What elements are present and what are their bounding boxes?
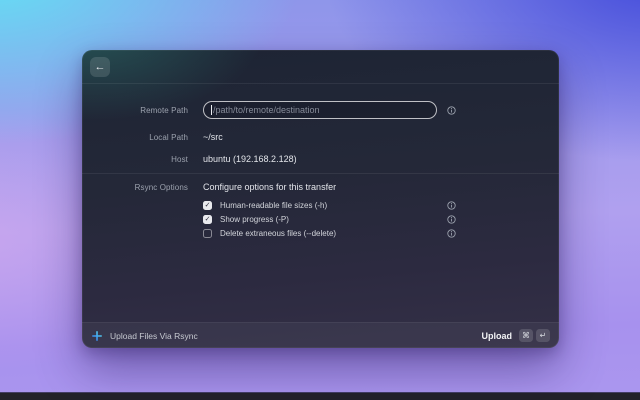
return-key-icon: ↵ <box>536 329 550 342</box>
upload-form: Remote Path /path/to/remote/destination … <box>82 101 559 239</box>
screen-bottom-edge <box>0 392 640 400</box>
info-icon[interactable] <box>447 201 456 210</box>
info-icon[interactable] <box>447 105 456 115</box>
checkbox-show-progress[interactable]: ✓ Show progress (-P) <box>203 215 437 224</box>
rsync-upload-dialog: ← Remote Path /path/to/remote/destinatio… <box>82 50 559 348</box>
local-path-row: Local Path ~/src <box>98 131 543 143</box>
rsync-extension-icon <box>91 330 103 342</box>
checkbox-label: Show progress (-P) <box>220 215 289 224</box>
option-row-human-readable: ✓ Human-readable file sizes (-h) <box>98 200 543 211</box>
command-title: Upload Files Via Rsync <box>110 330 198 341</box>
checkbox-box[interactable]: ✓ <box>203 229 212 238</box>
remote-path-label: Remote Path <box>140 105 188 115</box>
dialog-header: ← <box>82 50 559 84</box>
local-path-value: ~/src <box>203 132 223 142</box>
checkbox-label: Delete extraneous files (--delete) <box>220 229 337 238</box>
remote-path-placeholder: /path/to/remote/destination <box>213 105 320 115</box>
info-icon[interactable] <box>447 229 456 238</box>
info-icon[interactable] <box>447 215 456 224</box>
host-label: Host <box>171 154 188 164</box>
checkbox-human-readable[interactable]: ✓ Human-readable file sizes (-h) <box>203 201 437 210</box>
host-row: Host ubuntu (192.168.2.128) <box>98 153 543 165</box>
checkbox-box[interactable]: ✓ <box>203 215 212 224</box>
checkbox-delete-extraneous[interactable]: ✓ Delete extraneous files (--delete) <box>203 229 437 238</box>
remote-path-row: Remote Path /path/to/remote/destination <box>98 101 543 119</box>
back-arrow-icon: ← <box>94 60 106 73</box>
checkbox-box[interactable]: ✓ <box>203 201 212 210</box>
rsync-options-row: Rsync Options Configure options for this… <box>98 181 543 193</box>
back-button[interactable]: ← <box>90 57 110 77</box>
host-value: ubuntu (192.168.2.128) <box>203 154 297 164</box>
option-row-delete-extraneous: ✓ Delete extraneous files (--delete) <box>98 228 543 239</box>
action-bar: Upload Files Via Rsync Upload ⌘ ↵ <box>82 322 559 348</box>
rsync-options-label: Rsync Options <box>134 182 188 192</box>
local-path-label: Local Path <box>149 132 188 142</box>
command-key-icon: ⌘ <box>519 329 533 342</box>
checkbox-label: Human-readable file sizes (-h) <box>220 201 328 210</box>
section-divider <box>82 173 559 174</box>
remote-path-input[interactable]: /path/to/remote/destination <box>203 101 437 119</box>
text-cursor <box>211 105 212 115</box>
option-row-show-progress: ✓ Show progress (-P) <box>98 214 543 225</box>
rsync-options-description: Configure options for this transfer <box>203 182 337 192</box>
upload-action-button[interactable]: Upload <box>482 331 513 341</box>
